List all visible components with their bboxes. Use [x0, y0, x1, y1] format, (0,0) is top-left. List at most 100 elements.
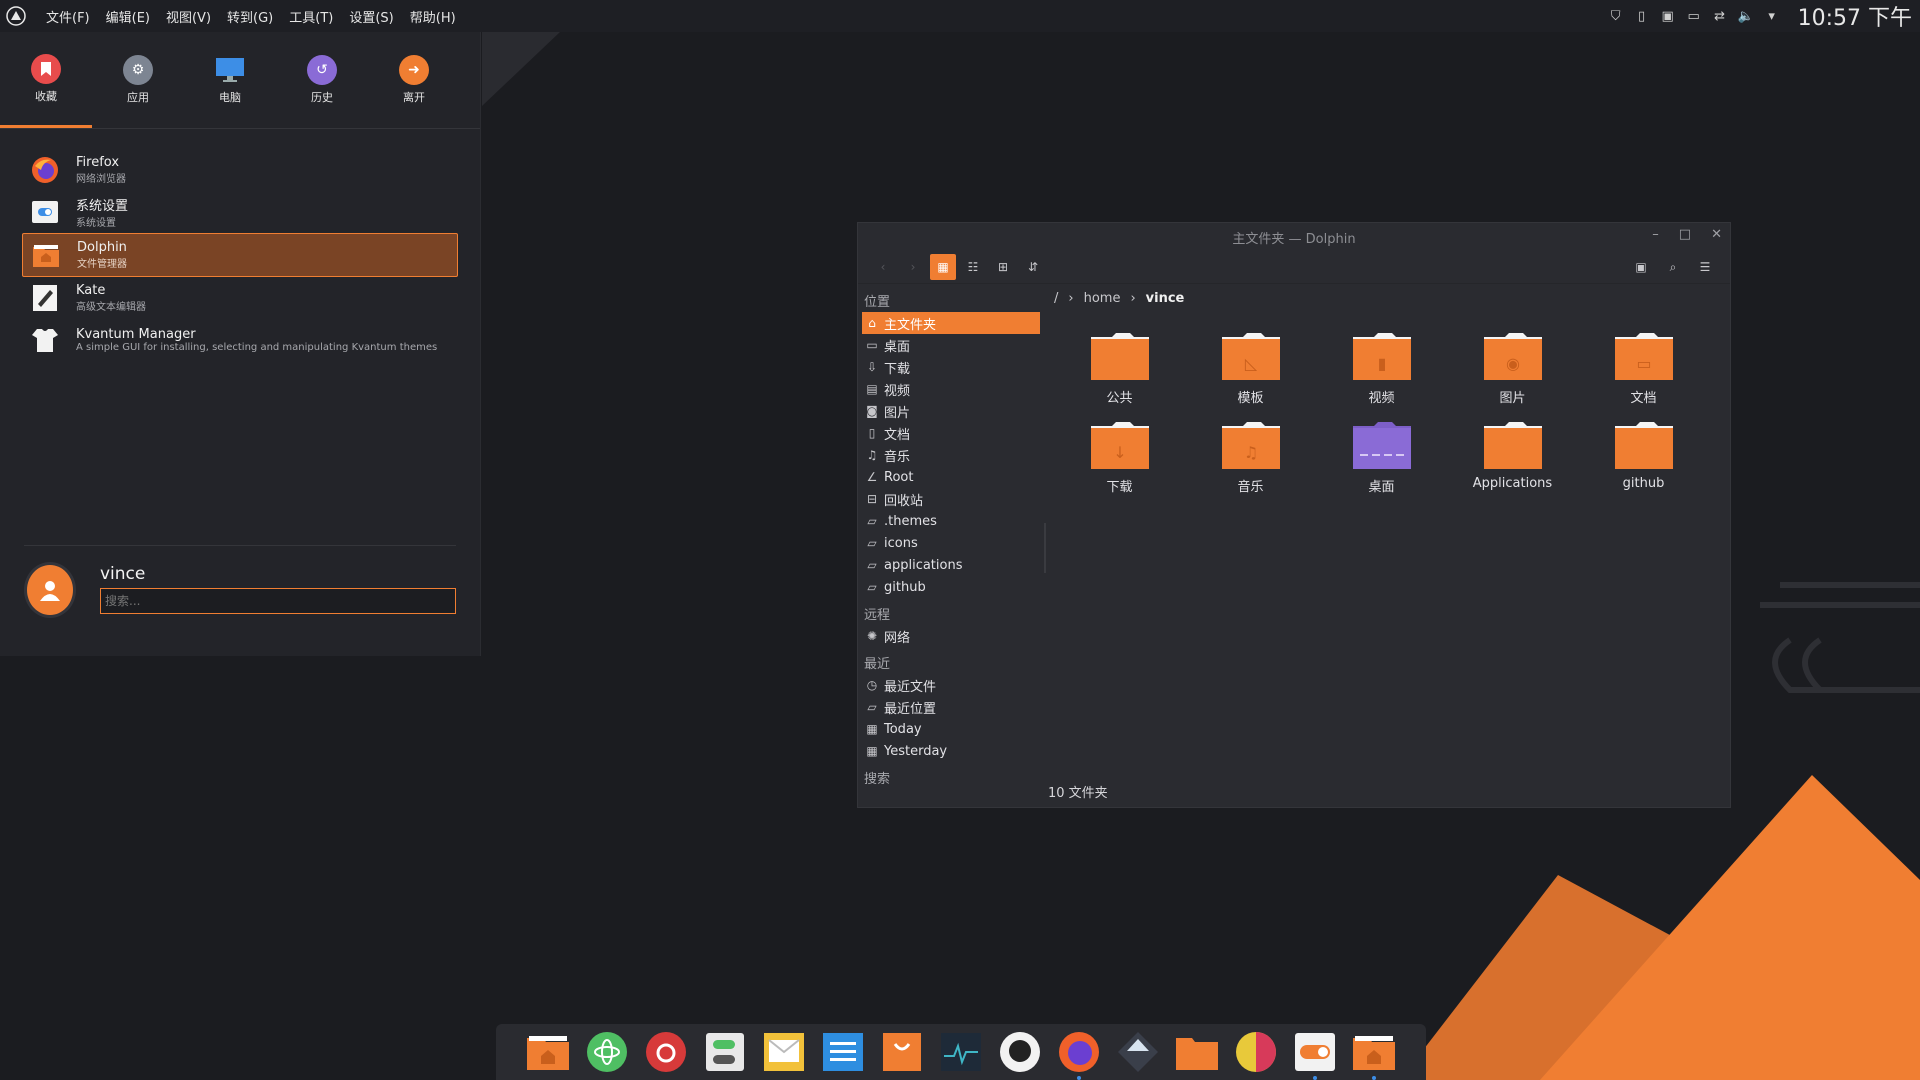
panel-splitter[interactable]: [1044, 523, 1046, 573]
minimize-icon[interactable]: –: [1652, 227, 1659, 242]
place-root[interactable]: ∠ Root: [858, 466, 1044, 488]
place-recent-locations[interactable]: ▱ 最近位置: [858, 696, 1044, 718]
app-item-kvantum-manager[interactable]: Kvantum Manager A simple GUI for installi…: [22, 319, 458, 361]
place-yesterday[interactable]: ▦ Yesterday: [858, 740, 1044, 762]
atom-icon[interactable]: [584, 1029, 630, 1075]
place-documents[interactable]: ▯ 文档: [858, 422, 1044, 444]
toggle-icon[interactable]: [1292, 1029, 1338, 1080]
icon-view-icon[interactable]: ▦: [930, 254, 956, 280]
app-launcher-icon[interactable]: [0, 0, 32, 32]
file-item[interactable]: ♫ 音乐: [1185, 420, 1316, 495]
title-bar[interactable]: 主文件夹 — Dolphin – □ ✕: [858, 223, 1730, 251]
kvantum-icon[interactable]: [1115, 1029, 1161, 1075]
menu-help[interactable]: 帮助(H): [402, 7, 464, 26]
place-trash[interactable]: ⊟ 回收站: [858, 488, 1044, 510]
app-item-kate[interactable]: Kate 高级文本编辑器: [22, 277, 458, 319]
hamburger-menu-icon[interactable]: ☰: [1692, 254, 1718, 280]
tab-history[interactable]: ↺ 历史: [276, 32, 368, 128]
settings-toggle-icon: [30, 197, 60, 227]
file-item[interactable]: 公共: [1054, 331, 1185, 406]
search-icon[interactable]: ⌕: [1660, 254, 1686, 280]
folder-icon: ↓: [1090, 422, 1149, 469]
file-item[interactable]: github: [1578, 420, 1709, 495]
dolphin-icon[interactable]: [1351, 1029, 1397, 1080]
place-music[interactable]: ♫ 音乐: [858, 444, 1044, 466]
menu-view[interactable]: 视图(V): [158, 7, 219, 26]
arrow-down-icon[interactable]: ▾: [1764, 8, 1780, 24]
clock[interactable]: 10:57 下午: [1798, 0, 1912, 32]
file-name: 下载: [1106, 480, 1133, 495]
menu-go[interactable]: 转到(G): [219, 7, 281, 26]
tab-label: 电脑: [219, 91, 241, 104]
file-item[interactable]: 桌面: [1316, 420, 1447, 495]
search-input[interactable]: [100, 588, 456, 614]
file-item[interactable]: ◺ 模板: [1185, 331, 1316, 406]
volume-icon[interactable]: 🔈: [1738, 8, 1754, 24]
app-item-dolphin[interactable]: Dolphin 文件管理器: [22, 233, 458, 277]
battery-icon[interactable]: ▭: [1686, 8, 1702, 24]
mail-icon[interactable]: [761, 1029, 807, 1075]
preview-icon[interactable]: ▣: [1628, 254, 1654, 280]
tab-leave[interactable]: ➜ 离开: [368, 32, 460, 128]
network-icon[interactable]: ⇄: [1712, 8, 1728, 24]
place-applications[interactable]: ▱ applications: [858, 554, 1044, 576]
file-item[interactable]: ◉ 图片: [1447, 331, 1578, 406]
file-item[interactable]: ↓ 下载: [1054, 420, 1185, 495]
settings-toggle-icon[interactable]: [702, 1029, 748, 1075]
clipboard-icon[interactable]: ▯: [1634, 8, 1650, 24]
place-pictures[interactable]: ◙ 图片: [858, 400, 1044, 422]
back-icon[interactable]: ‹: [870, 254, 896, 280]
system-monitor-icon[interactable]: [938, 1029, 984, 1075]
bookmark-icon: [31, 53, 61, 84]
tab-applications[interactable]: ⚙ 应用: [92, 32, 184, 128]
kate-icon[interactable]: [820, 1029, 866, 1075]
tab-computer[interactable]: 电脑: [184, 32, 276, 128]
place-today[interactable]: ▦ Today: [858, 718, 1044, 740]
github-icon[interactable]: [997, 1029, 1043, 1075]
menu-tools[interactable]: 工具(T): [281, 7, 341, 26]
app-item-system-settings[interactable]: 系统设置 系统设置: [22, 191, 458, 233]
folder-icon: ▭: [1614, 333, 1673, 380]
krita-icon[interactable]: [1233, 1029, 1279, 1075]
menu-file[interactable]: 文件(F): [38, 7, 98, 26]
compact-view-icon[interactable]: ☷: [960, 254, 986, 280]
place-desktop[interactable]: ▭ 桌面: [858, 334, 1044, 356]
tab-label: 应用: [127, 91, 149, 104]
place-downloads[interactable]: ⇩ 下载: [858, 356, 1044, 378]
place-label: 最近文件: [884, 679, 937, 695]
files-icon[interactable]: [525, 1029, 571, 1075]
place-recent-files[interactable]: ◷ 最近文件: [858, 674, 1044, 696]
breadcrumb-current[interactable]: vince: [1146, 291, 1185, 306]
file-item[interactable]: ▭ 文档: [1578, 331, 1709, 406]
menu-settings[interactable]: 设置(S): [341, 7, 401, 26]
place-label: 最近位置: [884, 701, 937, 717]
breadcrumb-home[interactable]: home: [1084, 291, 1121, 306]
place-videos[interactable]: ▤ 视频: [858, 378, 1044, 400]
place-network[interactable]: ✺ 网络: [858, 625, 1044, 647]
maximize-icon[interactable]: □: [1679, 227, 1691, 242]
netease-music-icon[interactable]: [643, 1029, 689, 1075]
close-icon[interactable]: ✕: [1711, 227, 1722, 242]
details-view-icon[interactable]: ⊞: [990, 254, 1016, 280]
folder-icon[interactable]: [1174, 1029, 1220, 1075]
place-home[interactable]: ⌂ 主文件夹: [862, 312, 1040, 334]
place-themes[interactable]: ▱ .themes: [858, 510, 1044, 532]
breadcrumb-root[interactable]: /: [1054, 291, 1058, 306]
split-icon[interactable]: ⇵: [1020, 254, 1046, 280]
place-github[interactable]: ▱ github: [858, 576, 1044, 598]
firefox-icon[interactable]: [1056, 1029, 1102, 1080]
tab-favorites[interactable]: 收藏: [0, 32, 92, 128]
shield-icon[interactable]: ⛉: [1608, 8, 1624, 24]
menu-edit[interactable]: 编辑(E): [98, 7, 158, 26]
avatar[interactable]: [24, 562, 76, 618]
file-item[interactable]: ▮ 视频: [1316, 331, 1447, 406]
app-item-firefox[interactable]: Firefox 网络浏览器: [22, 149, 458, 191]
place-icons[interactable]: ▱ icons: [858, 532, 1044, 554]
forward-icon[interactable]: ›: [900, 254, 926, 280]
folder-icon: ▱: [867, 514, 877, 528]
screenshot-icon[interactable]: ▣: [1660, 8, 1676, 24]
window-controls: – □ ✕: [1652, 227, 1722, 242]
store-icon[interactable]: [879, 1029, 925, 1075]
trash-icon: ⊟: [866, 492, 878, 506]
file-item[interactable]: Applications: [1447, 420, 1578, 495]
